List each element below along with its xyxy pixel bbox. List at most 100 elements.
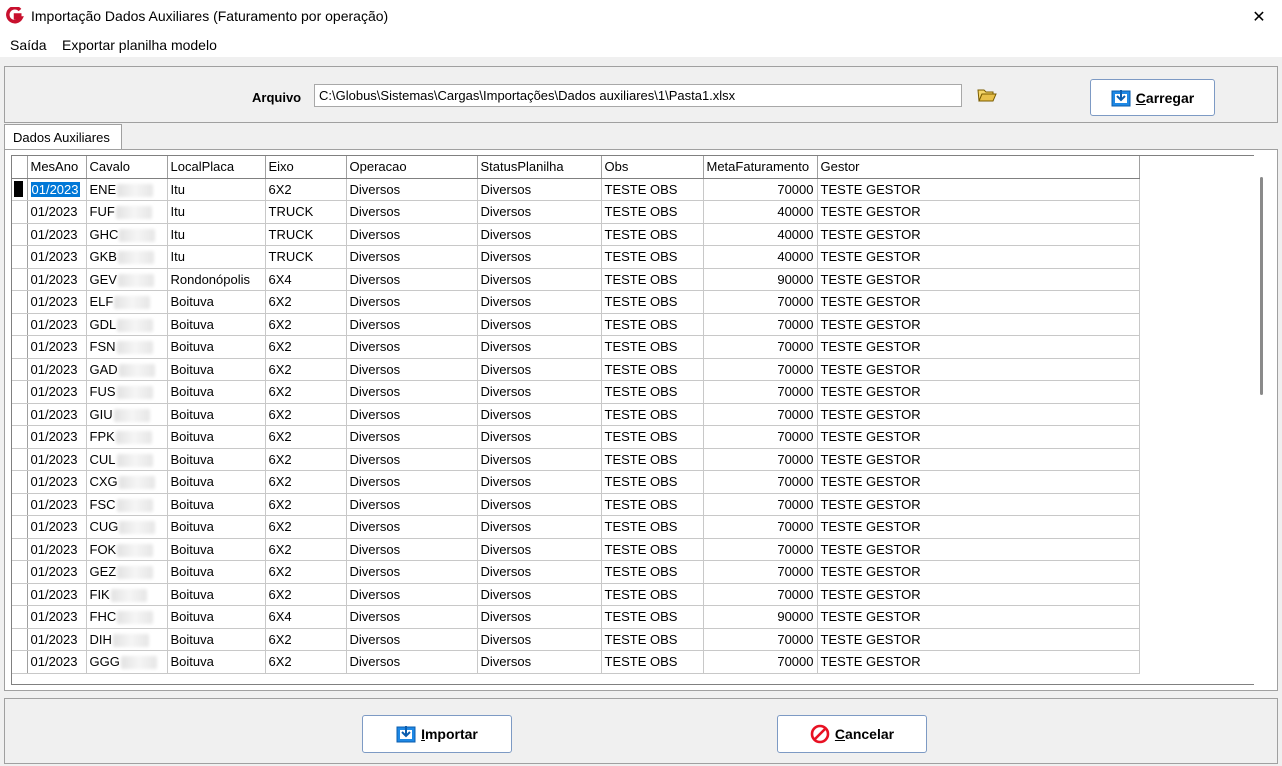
cell-obs[interactable]: TESTE OBS <box>601 425 704 449</box>
row-indicator[interactable] <box>12 605 28 629</box>
cell-metafaturamento[interactable]: 70000 <box>703 493 818 516</box>
cell-cavalo[interactable]: GGG <box>86 650 168 674</box>
cell-operacao[interactable]: Diversos <box>346 605 478 629</box>
cell-statusplanilha[interactable]: Diversos <box>477 515 602 539</box>
cell-gestor[interactable]: TESTE GESTOR <box>817 268 1140 291</box>
cell-cavalo[interactable]: ELF <box>86 290 168 314</box>
cell-gestor[interactable]: TESTE GESTOR <box>817 515 1140 539</box>
cell-eixo[interactable]: 6X2 <box>265 493 347 516</box>
row-indicator[interactable] <box>12 313 28 336</box>
cell-obs[interactable]: TESTE OBS <box>601 223 704 246</box>
cell-operacao[interactable]: Diversos <box>346 290 478 314</box>
cell-mesano[interactable]: 01/2023 <box>27 245 87 269</box>
cell-cavalo[interactable]: FPK <box>86 425 168 449</box>
menu-item-saida[interactable]: Saída <box>10 37 47 53</box>
cell-cavalo[interactable]: GAD <box>86 358 168 381</box>
cell-statusplanilha[interactable]: Diversos <box>477 335 602 359</box>
cell-mesano[interactable]: 01/2023 <box>27 583 87 606</box>
cell-obs[interactable]: TESTE OBS <box>601 200 704 224</box>
column-header-gestor[interactable]: Gestor <box>817 156 1140 179</box>
cell-statusplanilha[interactable]: Diversos <box>477 425 602 449</box>
cell-metafaturamento[interactable]: 70000 <box>703 538 818 561</box>
cell-operacao[interactable]: Diversos <box>346 583 478 606</box>
table-row[interactable]: 01/2023 CXG Boituva 6X2 Diversos Diversos TEST… <box>12 470 1140 494</box>
cell-mesano[interactable]: 01/2023 <box>27 290 87 314</box>
cell-mesano[interactable]: 01/2023 <box>27 358 87 381</box>
cell-localplaca[interactable]: Boituva <box>167 290 266 314</box>
cell-eixo[interactable]: 6X2 <box>265 358 347 381</box>
row-indicator[interactable] <box>12 493 28 516</box>
row-indicator[interactable] <box>12 628 28 651</box>
cell-operacao[interactable]: Diversos <box>346 358 478 381</box>
cell-statusplanilha[interactable]: Diversos <box>477 290 602 314</box>
table-row[interactable]: 01/2023 GHC Itu TRUCK Diversos Diversos TESTE … <box>12 223 1140 246</box>
cell-mesano[interactable]: 01/2023 <box>27 493 87 516</box>
cell-mesano[interactable]: 01/2023 <box>27 515 87 539</box>
table-row[interactable]: 01/2023 GEV Rondonópolis 6X4 Diversos Diverso… <box>12 268 1140 291</box>
vertical-scrollbar[interactable] <box>1254 155 1271 685</box>
cell-gestor[interactable]: TESTE GESTOR <box>817 493 1140 516</box>
cell-localplaca[interactable]: Boituva <box>167 358 266 381</box>
table-row[interactable]: 01/2023 FSN Boituva 6X2 Diversos Diversos TEST… <box>12 335 1140 359</box>
table-row[interactable]: 01/2023 FUF Itu TRUCK Diversos Diversos TESTE … <box>12 200 1140 224</box>
cell-obs[interactable]: TESTE OBS <box>601 380 704 404</box>
cell-operacao[interactable]: Diversos <box>346 560 478 584</box>
cell-gestor[interactable]: TESTE GESTOR <box>817 380 1140 404</box>
cell-statusplanilha[interactable]: Diversos <box>477 403 602 426</box>
cell-obs[interactable]: TESTE OBS <box>601 650 704 674</box>
row-indicator[interactable] <box>12 245 28 269</box>
cell-metafaturamento[interactable]: 70000 <box>703 583 818 606</box>
cell-eixo[interactable]: 6X2 <box>265 470 347 494</box>
cell-cavalo[interactable]: FHC <box>86 605 168 629</box>
cell-statusplanilha[interactable]: Diversos <box>477 178 602 201</box>
cell-operacao[interactable]: Diversos <box>346 538 478 561</box>
cell-localplaca[interactable]: Itu <box>167 245 266 269</box>
column-header-statusplanilha[interactable]: StatusPlanilha <box>477 156 602 179</box>
cell-statusplanilha[interactable]: Diversos <box>477 358 602 381</box>
cell-gestor[interactable]: TESTE GESTOR <box>817 650 1140 674</box>
cell-mesano[interactable]: 01/2023 <box>27 448 87 471</box>
row-indicator[interactable] <box>12 335 28 359</box>
row-indicator[interactable] <box>12 650 28 674</box>
cell-localplaca[interactable]: Boituva <box>167 448 266 471</box>
row-indicator[interactable] <box>12 178 28 201</box>
cell-eixo[interactable]: 6X2 <box>265 403 347 426</box>
cell-gestor[interactable]: TESTE GESTOR <box>817 628 1140 651</box>
table-row[interactable]: 01/2023 FOK Boituva 6X2 Diversos Diversos TEST… <box>12 538 1140 561</box>
cell-gestor[interactable]: TESTE GESTOR <box>817 335 1140 359</box>
row-indicator[interactable] <box>12 200 28 224</box>
cell-mesano[interactable]: 01/2023 <box>27 335 87 359</box>
table-row[interactable]: 01/2023 GDL Boituva 6X2 Diversos Diversos TEST… <box>12 313 1140 336</box>
cell-metafaturamento[interactable]: 40000 <box>703 223 818 246</box>
cell-cavalo[interactable]: FUS <box>86 380 168 404</box>
cell-metafaturamento[interactable]: 70000 <box>703 313 818 336</box>
row-indicator[interactable] <box>12 358 28 381</box>
cell-localplaca[interactable]: Boituva <box>167 313 266 336</box>
cell-metafaturamento[interactable]: 70000 <box>703 470 818 494</box>
cell-gestor[interactable]: TESTE GESTOR <box>817 425 1140 449</box>
table-row[interactable]: 01/2023 CUL Boituva 6X2 Diversos Diversos TEST… <box>12 448 1140 471</box>
cell-mesano[interactable]: 01/2023 <box>27 380 87 404</box>
cell-localplaca[interactable]: Boituva <box>167 560 266 584</box>
cell-eixo[interactable]: TRUCK <box>265 223 347 246</box>
cell-statusplanilha[interactable]: Diversos <box>477 448 602 471</box>
cell-metafaturamento[interactable]: 70000 <box>703 560 818 584</box>
cell-statusplanilha[interactable]: Diversos <box>477 560 602 584</box>
cell-metafaturamento[interactable]: 70000 <box>703 290 818 314</box>
cell-cavalo[interactable]: GEZ <box>86 560 168 584</box>
column-header-eixo[interactable]: Eixo <box>265 156 347 179</box>
cell-metafaturamento[interactable]: 70000 <box>703 380 818 404</box>
cell-localplaca[interactable]: Boituva <box>167 650 266 674</box>
cell-localplaca[interactable]: Boituva <box>167 425 266 449</box>
cell-metafaturamento[interactable]: 70000 <box>703 403 818 426</box>
row-indicator[interactable] <box>12 268 28 291</box>
cell-gestor[interactable]: TESTE GESTOR <box>817 290 1140 314</box>
cell-operacao[interactable]: Diversos <box>346 650 478 674</box>
cell-localplaca[interactable]: Boituva <box>167 583 266 606</box>
table-row[interactable]: 01/2023 GAD Boituva 6X2 Diversos Diversos TEST… <box>12 358 1140 381</box>
cell-localplaca[interactable]: Itu <box>167 200 266 224</box>
cell-gestor[interactable]: TESTE GESTOR <box>817 313 1140 336</box>
cell-obs[interactable]: TESTE OBS <box>601 403 704 426</box>
cell-mesano[interactable]: 01/2023 <box>27 560 87 584</box>
cell-obs[interactable]: TESTE OBS <box>601 313 704 336</box>
